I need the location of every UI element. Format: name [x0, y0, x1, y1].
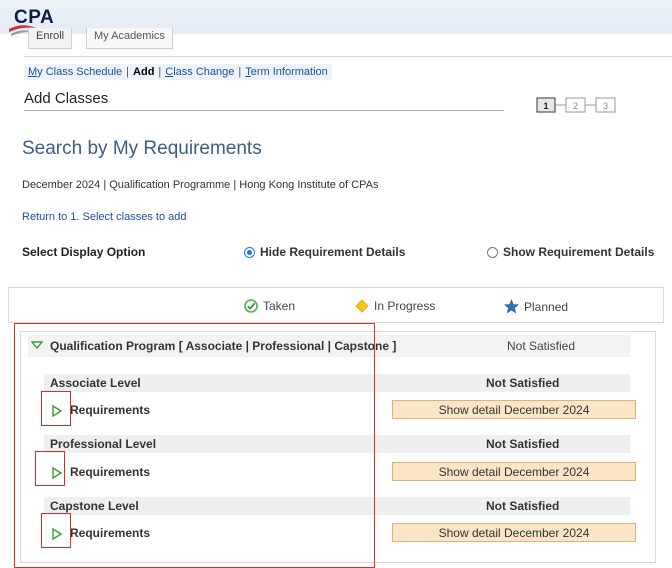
step-3-label: 3: [603, 101, 608, 111]
page-title: Add Classes: [24, 90, 504, 111]
level-name: Associate Level: [50, 376, 141, 390]
level-row-associate: Associate Level Not Satisfied: [44, 374, 630, 392]
legend-in-progress: In Progress: [355, 299, 435, 313]
level-status: Not Satisfied: [486, 437, 560, 451]
legend-planned: Planned: [504, 299, 568, 314]
in-progress-diamond-icon: [355, 299, 369, 313]
taken-check-icon: [244, 299, 258, 313]
legend-taken: Taken: [244, 299, 295, 313]
subnav-separator: |: [158, 66, 162, 78]
enroll-subnav: My Class Schedule | Add | Class Change | Term …: [24, 64, 332, 80]
tab-my-academics[interactable]: My Academics: [86, 28, 173, 49]
subnav-class-change[interactable]: Class Change: [165, 66, 234, 78]
step-1-label: 1: [543, 101, 548, 111]
requirements-label: Requirements: [70, 465, 151, 479]
term-context-line: December 2024 | Qualification Programme …: [22, 179, 379, 191]
step-2-label: 2: [573, 101, 578, 111]
display-option-label: Select Display Option: [22, 245, 146, 259]
tab-enroll-label: Enroll: [36, 30, 65, 42]
legend-taken-label: Taken: [263, 299, 296, 313]
collapse-triangle-icon[interactable]: [31, 341, 43, 350]
subnav-separator: |: [126, 66, 130, 78]
hide-details-option[interactable]: Hide Requirement Details: [244, 245, 405, 259]
requirements-row-professional[interactable]: Requirements Show detail December 2024: [44, 461, 640, 485]
level-row-professional: Professional Level Not Satisfied: [44, 435, 630, 453]
tab-my-academics-label: My Academics: [94, 30, 165, 42]
return-to-select-classes-link[interactable]: Return to 1. Select classes to add: [22, 211, 186, 223]
show-details-option[interactable]: Show Requirement Details: [487, 245, 654, 259]
show-detail-button-capstone[interactable]: Show detail December 2024: [392, 523, 636, 542]
subnav-add: Add: [133, 66, 155, 78]
section-title: Search by My Requirements: [22, 138, 262, 159]
hide-details-radio[interactable]: [244, 246, 255, 258]
show-detail-button-professional[interactable]: Show detail December 2024: [392, 462, 636, 481]
requirements-row-capstone[interactable]: Requirements Show detail December 2024: [44, 522, 640, 546]
legend-planned-label: Planned: [524, 299, 569, 314]
planned-star-icon: [504, 299, 519, 314]
program-group-header[interactable]: Qualification Program [ Associate | Prof…: [28, 335, 630, 357]
expand-triangle-icon[interactable]: [52, 467, 62, 479]
requirements-row-associate[interactable]: Requirements Show detail December 2024: [44, 399, 640, 423]
subnav-separator: |: [238, 66, 242, 78]
hide-details-label: Hide Requirement Details: [260, 245, 406, 259]
level-name: Professional Level: [50, 437, 157, 451]
expand-triangle-icon[interactable]: [52, 528, 62, 540]
show-details-label: Show Requirement Details: [503, 245, 655, 259]
tab-enroll[interactable]: Enroll: [28, 28, 73, 49]
status-legend: Taken In Progress Planned: [8, 287, 664, 323]
show-details-radio[interactable]: [487, 246, 498, 258]
subnav-my-class-schedule[interactable]: My Class Schedule: [28, 66, 122, 78]
level-name: Capstone Level: [50, 499, 139, 513]
level-status: Not Satisfied: [486, 376, 560, 390]
program-status: Not Satisfied: [507, 339, 576, 353]
requirements-label: Requirements: [70, 403, 151, 417]
level-row-capstone: Capstone Level Not Satisfied: [44, 497, 630, 515]
level-status: Not Satisfied: [486, 499, 560, 513]
program-title: Qualification Program [ Associate | Prof…: [50, 339, 397, 353]
step-indicator: 1 2 3: [536, 97, 616, 113]
expand-triangle-icon[interactable]: [52, 405, 62, 417]
show-detail-button-associate[interactable]: Show detail December 2024: [392, 400, 636, 419]
requirements-label: Requirements: [70, 526, 151, 540]
legend-in-progress-label: In Progress: [374, 299, 436, 313]
tab-bar: Enroll My Academics: [24, 28, 672, 57]
subnav-term-information[interactable]: Term Information: [245, 66, 328, 78]
